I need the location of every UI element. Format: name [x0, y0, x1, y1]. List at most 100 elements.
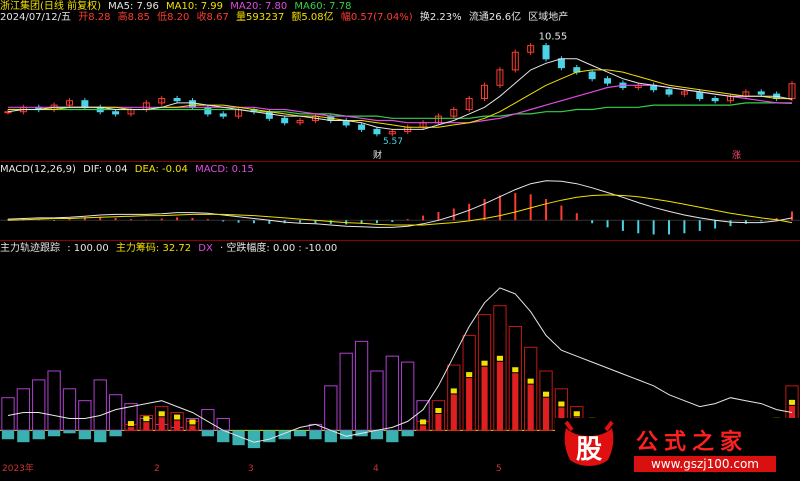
red-fill-bar [466, 378, 473, 431]
candle-body [173, 98, 181, 102]
cyan-bar [247, 430, 261, 449]
yellow-cap-bar [189, 419, 196, 425]
purple-bar [93, 379, 107, 431]
quote-turnover: 换2.23% [419, 12, 462, 23]
indicator-chips: 主力筹码: 32.72 [115, 243, 192, 254]
red-fill-bar [450, 394, 457, 431]
purple-bar [1, 397, 15, 431]
cyan-bar [201, 430, 214, 437]
red-fill-bar [419, 425, 427, 431]
candle-body [204, 106, 212, 115]
candle-body [665, 89, 673, 95]
red-fill-bar [435, 414, 442, 431]
yellow-cap-bar [542, 391, 550, 397]
x-axis-tick-2: 2 [154, 464, 160, 474]
macd-name: MACD(12,26,9) [0, 164, 76, 175]
watermark-logo-char: 股 [576, 435, 602, 465]
quote-low: 低8.20 [157, 12, 190, 23]
cyan-bar [370, 430, 384, 440]
high-price-label: 10.55 [539, 32, 568, 43]
candle-body [757, 91, 765, 95]
purple-bar [16, 388, 31, 431]
red-fill-bar [542, 397, 550, 431]
quote-amount: 额5.08亿 [291, 12, 334, 23]
macd-dea: DEA: -0.04 [134, 164, 188, 175]
red-fill-bar [143, 422, 150, 431]
red-fill-bar [158, 417, 165, 431]
yellow-cap-bar [143, 416, 150, 422]
red-fill-bar [127, 427, 135, 431]
cyan-bar [293, 430, 307, 437]
candle-body [112, 111, 120, 115]
candle-body [281, 117, 289, 124]
ma60-line [8, 102, 793, 119]
cyan-bar [401, 430, 414, 437]
indicator-name: 主力轨迹跟踪 [0, 243, 60, 254]
quote-open: 开8.28 [78, 12, 111, 23]
candle-body [696, 91, 704, 100]
candle-body [188, 100, 196, 108]
purple-bar [201, 409, 215, 431]
quote-float: 流通26.6亿 [468, 12, 522, 23]
candle-body [542, 45, 550, 60]
red-fill-bar [189, 425, 196, 431]
cyan-bar [78, 430, 92, 440]
ma20-line [8, 84, 792, 124]
purple-bar [339, 352, 353, 431]
watermark-logo-icon: 股 [564, 420, 614, 466]
low-price-label: 5.57 [383, 137, 403, 147]
indicator-dx: DX [198, 243, 213, 254]
red-fill-bar [481, 366, 488, 431]
cyan-bar [94, 430, 107, 443]
candle-body [358, 124, 366, 130]
yellow-cap-bar [496, 355, 503, 361]
quote-header: 2024/07/12/五 开8.28 高8.85 低8.20 收8.67 量59… [0, 11, 572, 25]
yellow-cap-bar [788, 399, 796, 405]
yellow-cap-bar [481, 360, 488, 366]
macd-dif: DIF: 0.04 [83, 164, 128, 175]
candle-body [604, 78, 612, 84]
macd-separator [0, 161, 800, 162]
purple-bar [47, 370, 61, 431]
candle-body [711, 98, 719, 102]
macd-value: MACD: 0.15 [195, 164, 254, 175]
red-fill-bar [496, 361, 503, 431]
badge-cai: 财 [373, 149, 382, 161]
x-axis-year: 2023年 [2, 464, 34, 474]
quote-high: 高8.85 [117, 12, 150, 23]
badge-zhang: 涨 [732, 150, 741, 161]
cyan-bar [109, 430, 122, 437]
red-fill-bar [512, 373, 519, 431]
candle-body [81, 100, 89, 108]
purple-bar [354, 340, 369, 431]
candle-body [588, 71, 596, 80]
candle-body [373, 128, 381, 135]
x-axis-tick-3: 3 [248, 464, 254, 474]
yellow-cap-bar [450, 388, 457, 394]
purple-bar [108, 394, 123, 431]
cyan-bar [32, 430, 45, 440]
yellow-cap-bar [435, 408, 442, 414]
quote-change: 幅0.57(7.04%) [340, 12, 413, 23]
purple-bar [78, 400, 92, 431]
chart-stage: 10.55 5.57 财涨 浙江集团(日线 前复权) MA5: 7.96 MA10:… [0, 0, 800, 477]
yellow-cap-bar [419, 419, 427, 425]
macd-header: MACD(12,26,9) DIF: 0.04 DEA: -0.04 MACD:… [0, 163, 258, 177]
cyan-bar [63, 430, 76, 434]
purple-bar [32, 379, 46, 431]
watermark-title: 公式之家 [636, 429, 749, 455]
purple-bar [401, 361, 415, 431]
purple-bar [216, 417, 230, 431]
cyan-bar [47, 430, 61, 437]
quote-volume: 量593237 [236, 12, 285, 23]
indicator-range: · 空跌幅度: 0.00 : -10.00 [220, 243, 338, 254]
purple-bar [324, 385, 338, 431]
candle-body [265, 111, 273, 119]
cyan-bar [17, 430, 30, 443]
purple-bar [62, 388, 77, 431]
candle-body [557, 58, 565, 69]
red-fill-bar [174, 420, 181, 431]
yellow-cap-bar [466, 372, 473, 378]
yellow-cap-bar [573, 411, 580, 417]
indicator-v1: : 100.00 [67, 243, 109, 254]
